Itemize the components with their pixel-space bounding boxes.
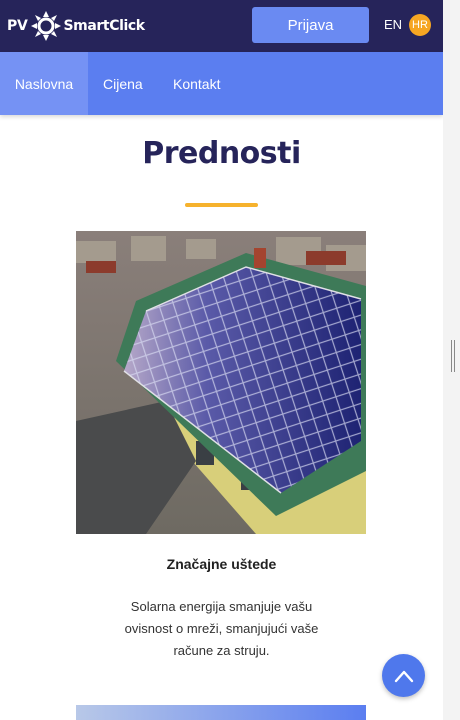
next-card-image [76,705,366,720]
main-nav: Naslovna Cijena Kontakt [0,52,443,115]
scroll-to-top-button[interactable] [382,654,425,697]
card-description: Solarna energija smanjuje vašu ovisnost … [124,599,319,658]
logo-prefix: PV [7,18,28,34]
nav-price[interactable]: Cijena [103,52,143,115]
language-hr[interactable]: HR [409,14,431,36]
title-underline [185,203,258,207]
nav-home[interactable]: Naslovna [0,52,88,115]
sun-icon [30,11,61,41]
top-bar: PV SmartClick Prijava EN HR [0,0,443,52]
login-button[interactable]: Prijava [252,7,369,43]
section-title: Prednosti [142,136,301,171]
logo[interactable]: PV SmartClick [7,7,145,45]
scrollbar-handle[interactable] [451,340,455,372]
logo-name: SmartClick [63,18,146,34]
solar-roof-image [76,231,366,534]
language-en[interactable]: EN [384,17,402,32]
chevron-up-icon [394,670,413,682]
nav-contact[interactable]: Kontakt [173,52,220,115]
page: PV SmartClick Prijava EN HR Naslovna Cij… [0,0,443,720]
card-title: Značajne uštede [166,556,277,572]
